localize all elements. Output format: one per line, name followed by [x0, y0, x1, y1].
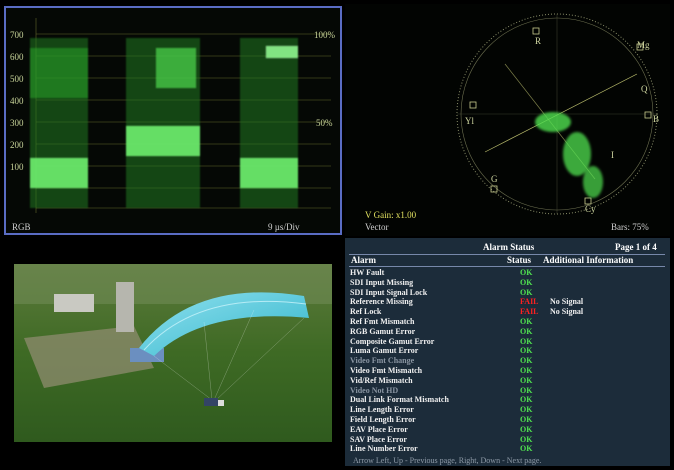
alarm-name: Composite Gamut Error — [350, 336, 435, 346]
y-tick-500: 500 — [10, 74, 24, 84]
alarm-row[interactable]: Video Not HD OK — [350, 386, 668, 396]
column-status-header: Status — [507, 255, 532, 265]
alarm-status: OK — [520, 287, 533, 297]
alarm-status: OK — [520, 336, 533, 346]
alarm-navigation-hint: Arrow Left, Up - Previous page, Right, D… — [353, 456, 542, 465]
alarm-name: Video Not HD — [350, 385, 399, 395]
alarm-status: OK — [520, 385, 533, 395]
alarm-row[interactable]: EAV Place Error OK — [350, 425, 668, 435]
alarm-row[interactable]: Video Fmt Change OK — [350, 356, 668, 366]
alarm-name: Video Fmt Change — [350, 356, 415, 366]
y-tick-100: 100 — [10, 162, 24, 172]
target-r-label: R — [535, 36, 542, 46]
alarm-name: Line Number Error — [350, 444, 418, 454]
alarm-name: HW Fault — [350, 268, 385, 277]
alarm-row[interactable]: Composite Gamut Error OK — [350, 337, 668, 347]
alarm-status: OK — [520, 405, 533, 415]
alarm-status-panel[interactable]: Alarm Status Page 1 of 4 Alarm Status Ad… — [345, 238, 670, 466]
alarm-row[interactable]: SDI Input Missing OK — [350, 278, 668, 288]
alarm-row[interactable]: SAV Place Error OK — [350, 435, 668, 445]
alarm-status: OK — [520, 326, 533, 336]
alarm-page-indicator: Page 1 of 4 — [615, 242, 657, 252]
alarm-name: Dual Link Format Mismatch — [350, 395, 449, 405]
alarm-status: OK — [520, 277, 533, 287]
alarm-row[interactable]: Line Number Error OK — [350, 444, 668, 454]
y-tick-600: 600 — [10, 52, 24, 62]
alarm-status: OK — [520, 415, 533, 424]
alarm-info: No Signal — [550, 307, 584, 317]
alarm-status: FAIL — [520, 307, 539, 317]
video-picture — [14, 264, 332, 442]
alarm-status: OK — [520, 375, 533, 385]
vector-name: Vector — [365, 222, 389, 232]
alarm-status: OK — [520, 366, 533, 375]
alarm-name: EAV Place Error — [350, 424, 408, 434]
alarm-row[interactable]: Ref Fmt Mismatch OK — [350, 317, 668, 327]
axis-i-label: I — [611, 150, 614, 160]
alarm-row[interactable]: Luma Gamut Error OK — [350, 346, 668, 356]
alarm-status: OK — [520, 434, 533, 444]
column-info-header: Additional Information — [543, 255, 634, 265]
alarm-name: Field Length Error — [350, 415, 416, 424]
alarm-row[interactable]: Field Length Error OK — [350, 415, 668, 425]
alarm-row[interactable]: Line Length Error OK — [350, 405, 668, 415]
target-yl-label: Yl — [465, 116, 474, 126]
alarm-name: SDI Input Signal Lock — [350, 287, 428, 297]
pct-100-label: 100% — [314, 30, 335, 40]
alarm-title: Alarm Status — [483, 242, 535, 252]
axis-q-label: Q — [641, 84, 648, 94]
vectorscope-panel[interactable]: R Mg B Cy G Yl I Q V Gain: x1.00 Vector … — [345, 4, 670, 236]
y-tick-700: 700 — [10, 30, 24, 40]
waveform-panel[interactable]: 700 600 500 400 300 200 100 100% 50% RGB… — [4, 6, 342, 235]
alarm-name: SDI Input Missing — [350, 277, 414, 287]
waveform-mode: RGB — [12, 222, 31, 232]
pct-50-label: 50% — [316, 118, 333, 128]
column-alarm-header: Alarm — [351, 255, 376, 265]
y-tick-400: 400 — [10, 96, 24, 106]
alarm-name: Video Fmt Mismatch — [350, 366, 423, 375]
target-cy-label: Cy — [585, 204, 596, 214]
alarm-row[interactable]: Dual Link Format Mismatch OK — [350, 395, 668, 405]
alarm-name: Vid/Ref Mismatch — [350, 375, 413, 385]
alarm-name: Luma Gamut Error — [350, 346, 419, 356]
alarm-info: No Signal — [550, 297, 584, 307]
waveform-graticule — [30, 18, 331, 213]
y-tick-300: 300 — [10, 118, 24, 128]
vector-bars: Bars: 75% — [611, 222, 649, 232]
alarm-row[interactable]: Video Fmt Mismatch OK — [350, 366, 668, 376]
target-mg-label: Mg — [637, 40, 650, 50]
y-tick-200: 200 — [10, 140, 24, 150]
alarm-name: Ref Lock — [350, 307, 382, 317]
alarm-status: OK — [520, 346, 533, 356]
alarm-row[interactable]: Reference Missing FAIL No Signal — [350, 297, 668, 307]
alarm-status: OK — [520, 356, 533, 366]
alarm-status: OK — [520, 317, 533, 326]
alarm-status: OK — [520, 444, 533, 454]
alarm-name: SAV Place Error — [350, 434, 407, 444]
alarm-row[interactable]: HW Fault OK — [350, 268, 668, 278]
alarm-status: FAIL — [520, 297, 539, 307]
alarm-columns-divider — [349, 266, 665, 267]
alarm-row[interactable]: SDI Input Signal Lock OK — [350, 288, 668, 298]
video-picture-panel[interactable] — [4, 238, 342, 466]
alarm-status: OK — [520, 268, 533, 277]
vector-gain: V Gain: x1.00 — [365, 210, 417, 220]
vectorscope-graticule — [456, 13, 658, 215]
alarm-row[interactable]: RGB Gamut Error OK — [350, 327, 668, 337]
alarm-status: OK — [520, 424, 533, 434]
alarm-name: Ref Fmt Mismatch — [350, 317, 415, 326]
waveform-timebase: 9 µs/Div — [268, 222, 300, 232]
target-b-label: B — [653, 114, 660, 124]
alarm-row[interactable]: Vid/Ref Mismatch OK — [350, 376, 668, 386]
alarm-name: RGB Gamut Error — [350, 326, 416, 336]
alarm-name: Line Length Error — [350, 405, 414, 415]
alarm-row[interactable]: Ref Lock FAIL No Signal — [350, 307, 668, 317]
alarm-status: OK — [520, 395, 533, 405]
target-g-label: G — [491, 174, 498, 184]
alarm-name: Reference Missing — [350, 297, 413, 307]
